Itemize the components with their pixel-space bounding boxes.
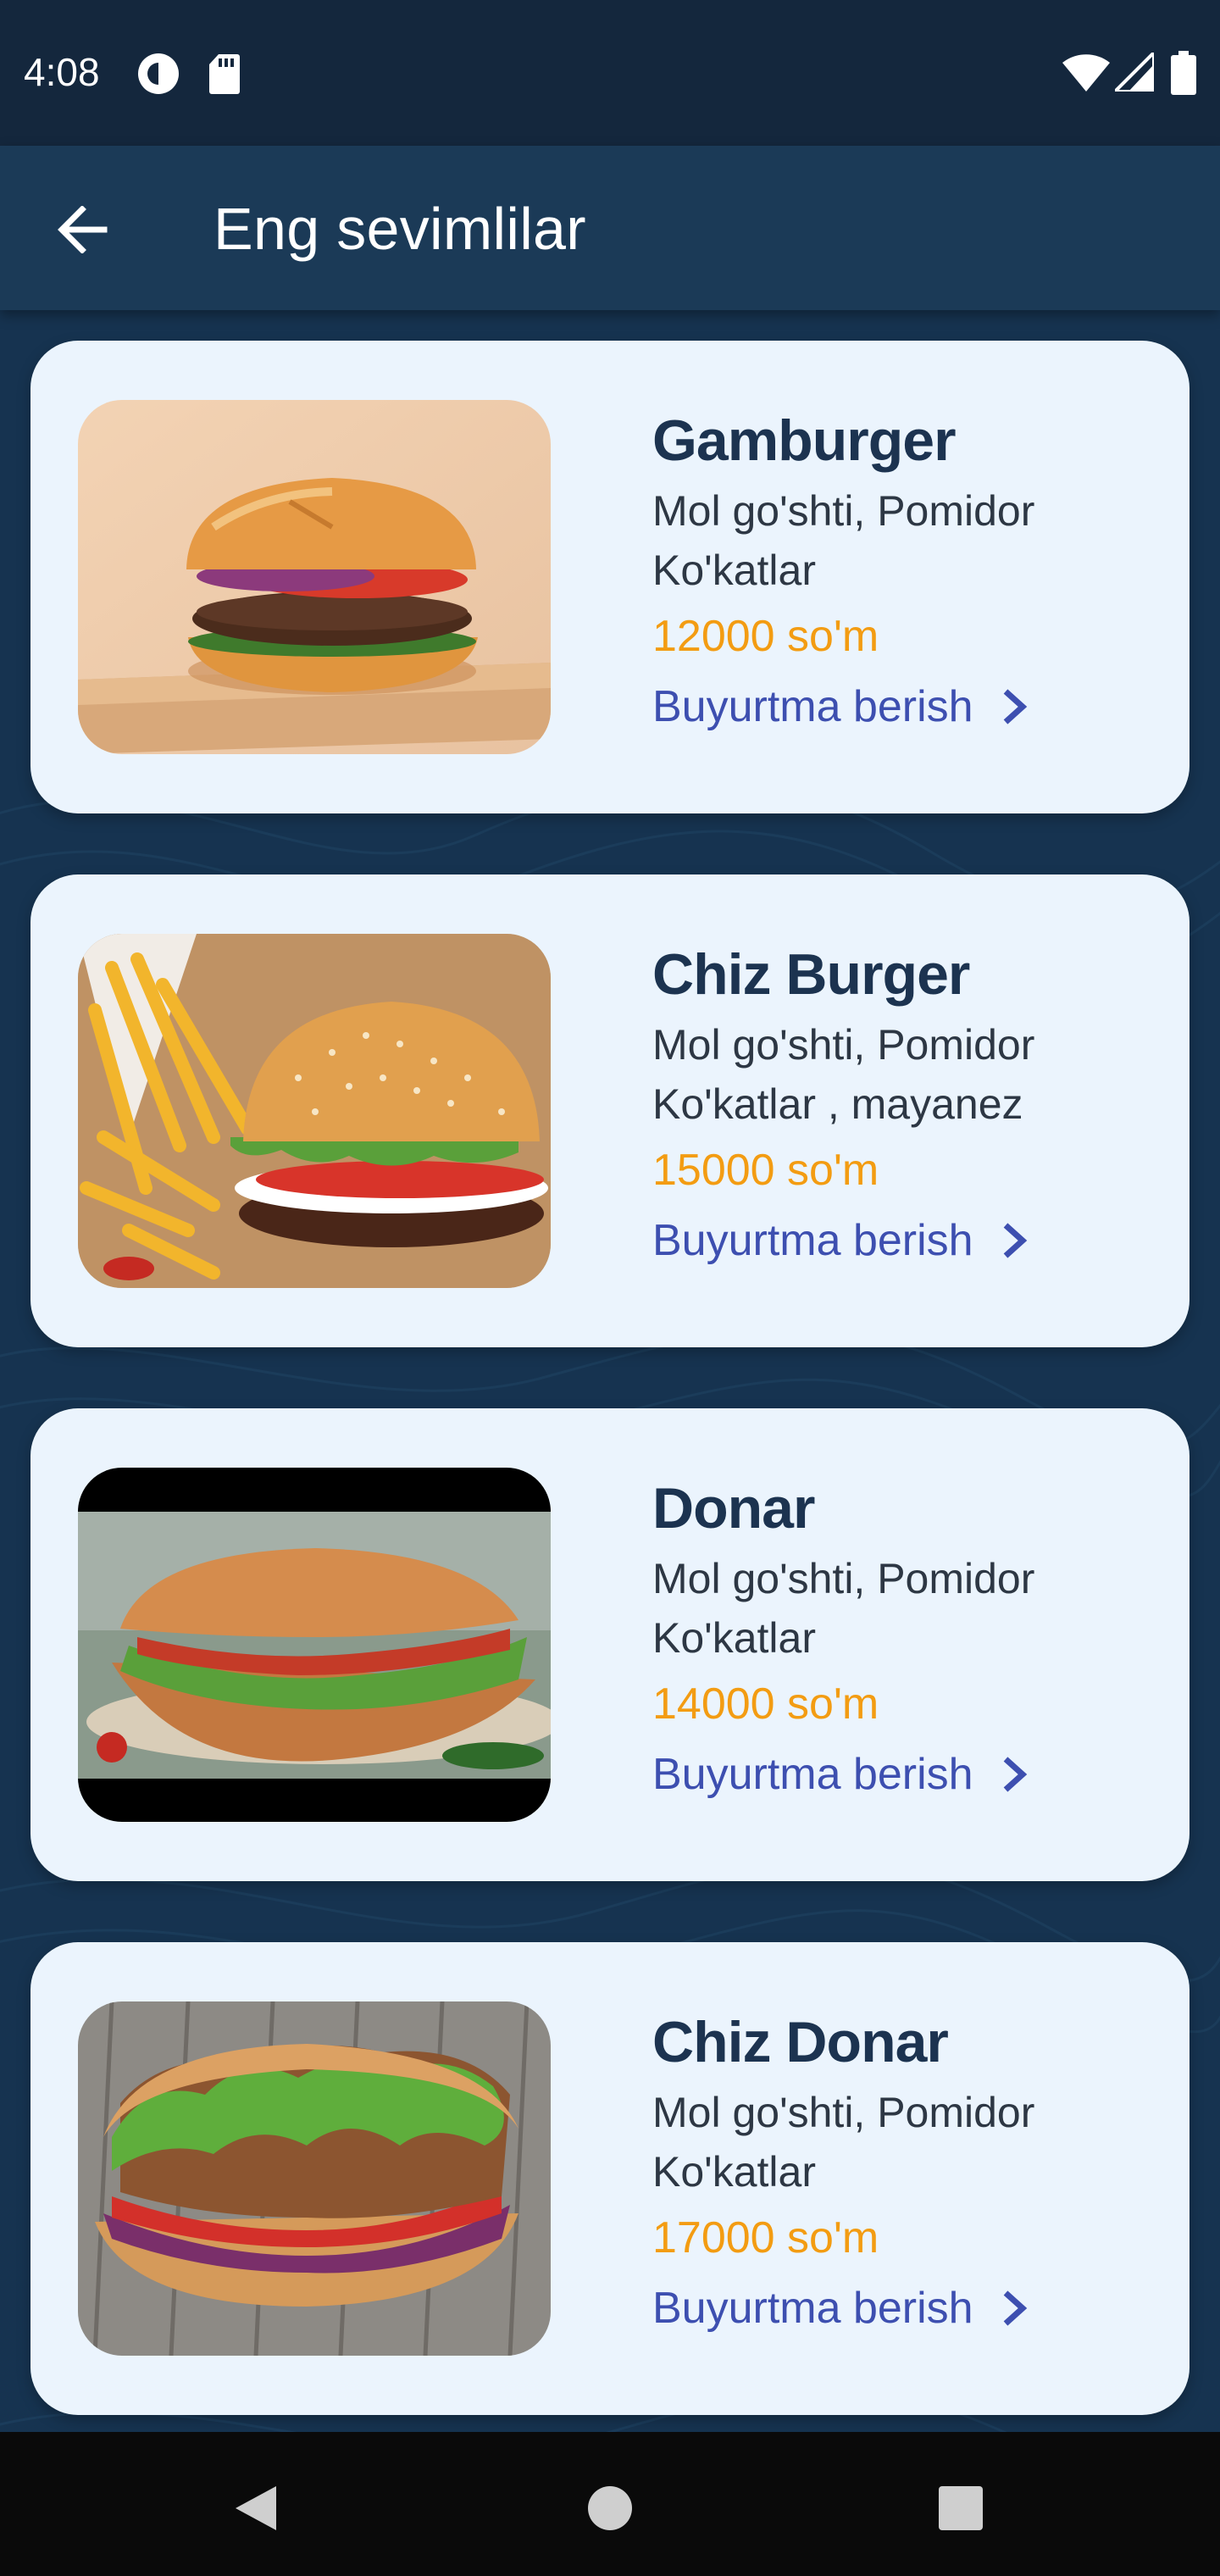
food-card[interactable]: Gamburger Mol go'shti, Pomidor Ko'katlar… bbox=[30, 341, 1190, 813]
item-description-line2: Ko'katlar bbox=[652, 1614, 816, 1662]
wifi-icon bbox=[1062, 54, 1110, 92]
order-button[interactable]: Buyurtma berish bbox=[652, 1739, 1161, 1810]
chiz-donar-photo bbox=[78, 2001, 551, 2356]
chevron-right-icon bbox=[1003, 689, 1027, 724]
favorites-screen: 4:08 Eng sevimlilar Gamburger Mol go'sht… bbox=[0, 0, 1220, 2576]
item-description-line1: Mol go'shti, Pomidor bbox=[652, 2089, 1035, 2136]
item-name: Gamburger bbox=[652, 408, 957, 473]
gamburger-photo bbox=[78, 400, 551, 754]
card-info: Gamburger Mol go'shti, Pomidor Ko'katlar… bbox=[652, 400, 1161, 742]
item-description-line1: Mol go'shti, Pomidor bbox=[652, 487, 1035, 535]
app-bar: Eng sevimlilar bbox=[0, 146, 1220, 310]
order-button[interactable]: Buyurtma berish bbox=[652, 671, 1161, 742]
order-button-label: Buyurtma berish bbox=[652, 682, 973, 731]
item-price: 12000 so'm bbox=[652, 612, 879, 661]
signal-icon bbox=[1115, 53, 1154, 92]
back-triangle-icon bbox=[236, 2486, 276, 2530]
item-name: Chiz Burger bbox=[652, 942, 970, 1007]
sd-card-icon bbox=[209, 54, 240, 94]
order-button-label: Buyurtma berish bbox=[652, 2284, 973, 2333]
chevron-right-icon bbox=[1003, 1223, 1027, 1258]
item-description-line2: Ko'katlar bbox=[652, 547, 816, 594]
item-name: Donar bbox=[652, 1476, 815, 1541]
order-button-label: Buyurtma berish bbox=[652, 1750, 973, 1799]
item-name: Chiz Donar bbox=[652, 2010, 949, 2074]
item-description-line2: Ko'katlar bbox=[652, 2148, 816, 2196]
system-nav-bar bbox=[0, 2432, 1220, 2576]
back-button[interactable] bbox=[44, 192, 120, 268]
chevron-right-icon bbox=[1003, 1757, 1027, 1792]
home-circle-icon bbox=[588, 2486, 632, 2530]
item-price: 15000 so'm bbox=[652, 1146, 879, 1195]
favorites-list: Gamburger Mol go'shti, Pomidor Ko'katlar… bbox=[0, 310, 1220, 2432]
item-price: 17000 so'm bbox=[652, 2213, 879, 2262]
order-button[interactable]: Buyurtma berish bbox=[652, 2273, 1161, 2344]
arrow-left-icon bbox=[58, 206, 108, 253]
donar-photo bbox=[78, 1468, 551, 1822]
item-price: 14000 so'm bbox=[652, 1679, 879, 1729]
card-info: Donar Mol go'shti, Pomidor Ko'katlar 140… bbox=[652, 1468, 1161, 1810]
item-description-line1: Mol go'shti, Pomidor bbox=[652, 1555, 1035, 1602]
food-card[interactable]: Donar Mol go'shti, Pomidor Ko'katlar 140… bbox=[30, 1408, 1190, 1881]
chiz-burger-photo bbox=[78, 934, 551, 1288]
order-button[interactable]: Buyurtma berish bbox=[652, 1205, 1161, 1276]
item-description-line1: Mol go'shti, Pomidor bbox=[652, 1021, 1035, 1069]
food-card[interactable]: Chiz Donar Mol go'shti, Pomidor Ko'katla… bbox=[30, 1942, 1190, 2415]
card-info: Chiz Donar Mol go'shti, Pomidor Ko'katla… bbox=[652, 2001, 1161, 2344]
order-button-label: Buyurtma berish bbox=[652, 1216, 973, 1265]
chevron-right-icon bbox=[1003, 2290, 1027, 2326]
nav-back-button[interactable] bbox=[214, 2466, 298, 2551]
pocket-casts-icon bbox=[138, 53, 179, 94]
status-bar: 4:08 bbox=[0, 0, 1220, 146]
item-description-line2: Ko'katlar , mayanez bbox=[652, 1080, 1023, 1128]
card-info: Chiz Burger Mol go'shti, Pomidor Ko'katl… bbox=[652, 934, 1161, 1276]
nav-recents-button[interactable] bbox=[918, 2466, 1003, 2551]
recents-square-icon bbox=[939, 2486, 983, 2530]
nav-home-button[interactable] bbox=[568, 2466, 652, 2551]
food-card[interactable]: Chiz Burger Mol go'shti, Pomidor Ko'katl… bbox=[30, 874, 1190, 1347]
page-title: Eng sevimlilar bbox=[214, 196, 586, 262]
battery-icon bbox=[1171, 51, 1196, 95]
status-time: 4:08 bbox=[24, 50, 100, 94]
